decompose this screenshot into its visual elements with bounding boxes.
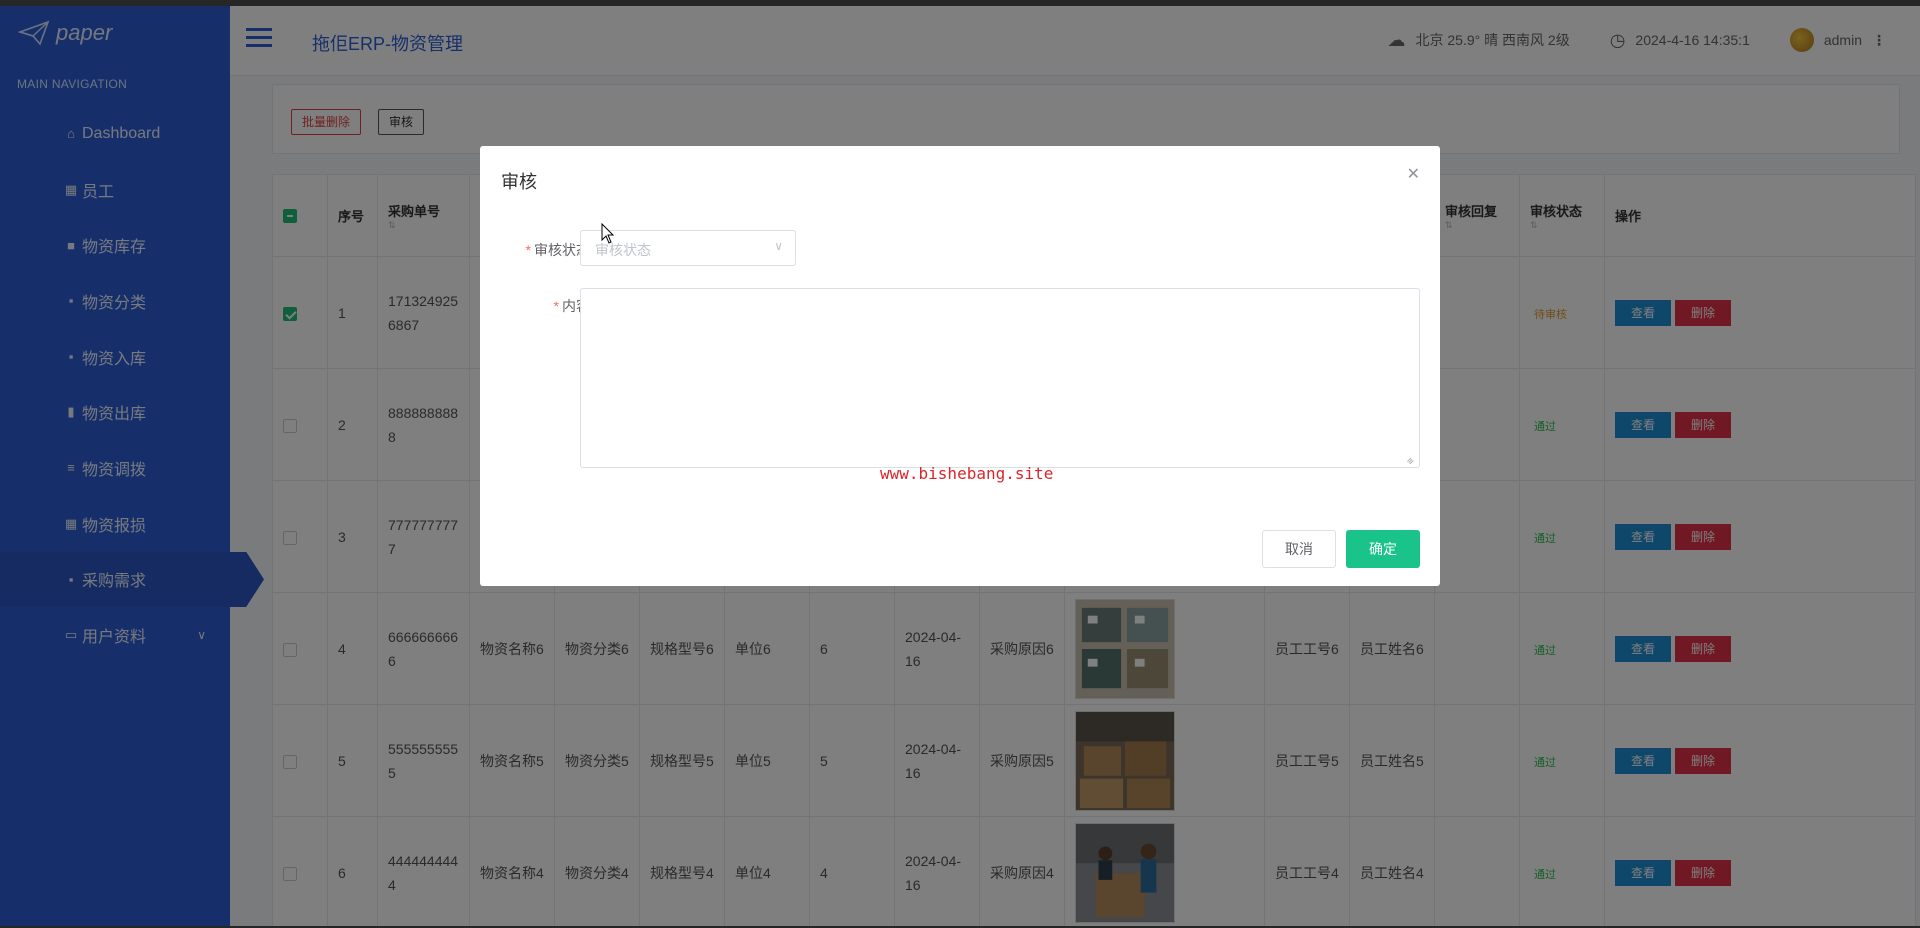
close-icon[interactable]: ✕ xyxy=(1407,164,1420,184)
cancel-button[interactable]: 取消 xyxy=(1262,530,1336,568)
content-textarea[interactable] xyxy=(580,288,1420,468)
chevron-down-icon: ∨ xyxy=(774,239,783,253)
status-label: * 审核状态 xyxy=(502,240,590,260)
watermark: www.bishebang.site xyxy=(880,464,1054,483)
content-label: * 内容 xyxy=(502,296,590,316)
confirm-button[interactable]: 确定 xyxy=(1346,530,1420,568)
dialog-title: 审核 xyxy=(501,172,537,192)
audit-dialog: 审核 ✕ * 审核状态 审核状态 ∨ * 内容 ≡ www.bishebang.si… xyxy=(480,146,1440,586)
mouse-cursor-icon xyxy=(601,223,615,244)
required-mark: * xyxy=(553,298,559,314)
required-mark: * xyxy=(525,242,531,258)
